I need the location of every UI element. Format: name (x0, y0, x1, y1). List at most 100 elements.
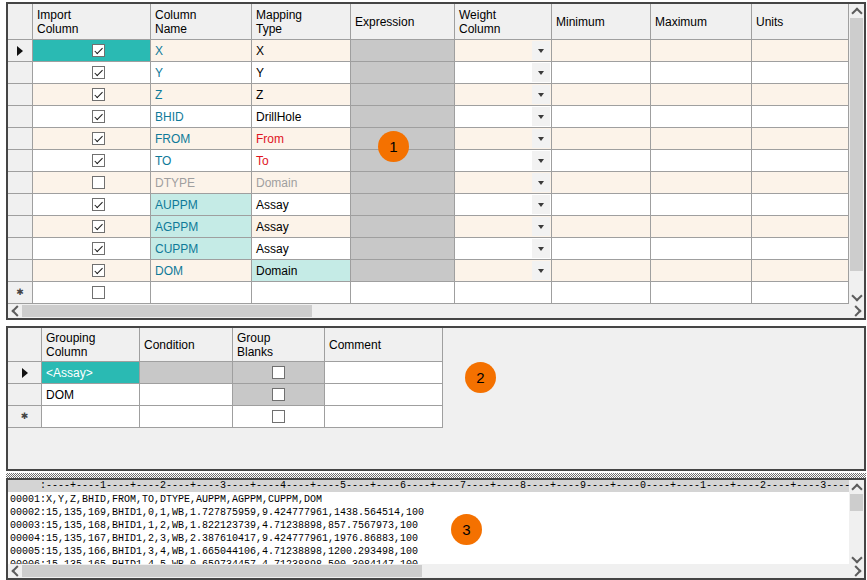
import-checkbox[interactable] (92, 264, 105, 277)
col-header-condition[interactable]: Condition (140, 328, 233, 362)
weight-column-cell[interactable] (455, 194, 552, 216)
comment-cell[interactable] (325, 406, 443, 428)
maximum-cell[interactable] (651, 172, 752, 194)
minimum-cell[interactable] (552, 194, 651, 216)
column-name-cell[interactable]: BHID (151, 106, 252, 128)
col-header-group-blanks[interactable]: Group Blanks (233, 328, 325, 362)
import-checkbox[interactable] (92, 286, 105, 299)
mapping-vscrollbar[interactable] (849, 4, 864, 304)
maximum-cell[interactable] (651, 84, 752, 106)
import-column-cell[interactable] (33, 172, 151, 194)
scroll-up-icon[interactable] (849, 4, 864, 17)
column-name-cell[interactable]: Z (151, 84, 252, 106)
dropdown-icon[interactable] (532, 107, 550, 126)
dropdown-icon[interactable] (532, 129, 550, 148)
group-blanks-checkbox[interactable] (272, 410, 285, 423)
condition-cell[interactable] (140, 362, 233, 384)
maximum-cell[interactable] (651, 216, 752, 238)
grouping-column-cell[interactable] (42, 406, 140, 428)
column-name-cell[interactable]: AUPPM (151, 194, 252, 216)
maximum-cell[interactable] (651, 106, 752, 128)
mapping-type-cell[interactable]: Domain (252, 260, 351, 282)
weight-column-cell[interactable] (455, 216, 552, 238)
import-checkbox[interactable] (92, 198, 105, 211)
mapping-type-cell[interactable]: Assay (252, 194, 351, 216)
mapping-type-cell[interactable]: DrillHole (252, 106, 351, 128)
mapping-corner-header[interactable] (8, 4, 33, 40)
group-blanks-cell[interactable] (233, 406, 325, 428)
col-header-expression[interactable]: Expression (351, 4, 455, 40)
column-name-cell[interactable]: CUPPM (151, 238, 252, 260)
row-header[interactable] (8, 260, 33, 282)
maximum-cell[interactable] (651, 194, 752, 216)
units-cell[interactable] (752, 194, 849, 216)
import-column-cell[interactable] (33, 106, 151, 128)
col-header-maximum[interactable]: Maximum (651, 4, 752, 40)
mapping-type-cell[interactable]: Y (252, 62, 351, 84)
dropdown-icon[interactable] (532, 41, 550, 60)
scroll-up-icon[interactable] (849, 480, 864, 493)
mapping-type-cell[interactable]: Z (252, 84, 351, 106)
col-header-units[interactable]: Units (752, 4, 849, 40)
row-header[interactable] (8, 172, 33, 194)
grouping-column-cell[interactable]: <Assay> (42, 362, 140, 384)
import-column-cell[interactable] (33, 40, 151, 62)
column-name-cell[interactable]: TO (151, 150, 252, 172)
minimum-cell[interactable] (552, 172, 651, 194)
col-header-comment[interactable]: Comment (325, 328, 443, 362)
units-cell[interactable] (752, 260, 849, 282)
units-cell[interactable] (752, 216, 849, 238)
scroll-right-icon[interactable] (851, 304, 864, 318)
mapping-hscrollbar[interactable] (8, 304, 864, 318)
import-column-cell[interactable] (33, 282, 151, 304)
weight-column-cell[interactable] (455, 172, 552, 194)
units-cell[interactable] (752, 238, 849, 260)
units-cell[interactable] (752, 62, 849, 84)
minimum-cell[interactable] (552, 238, 651, 260)
import-column-cell[interactable] (33, 62, 151, 84)
import-checkbox[interactable] (92, 132, 105, 145)
mapping-type-cell[interactable] (252, 282, 351, 304)
scroll-left-icon[interactable] (8, 564, 21, 578)
col-header-grouping-column[interactable]: Grouping Column (42, 328, 140, 362)
column-name-cell[interactable] (151, 282, 252, 304)
dropdown-icon[interactable] (532, 151, 550, 170)
col-header-weight-column[interactable]: Weight Column (455, 4, 552, 40)
import-checkbox[interactable] (92, 66, 105, 79)
column-name-cell[interactable]: DTYPE (151, 172, 252, 194)
import-checkbox[interactable] (92, 110, 105, 123)
weight-column-cell[interactable] (455, 150, 552, 172)
group-blanks-cell[interactable] (233, 362, 325, 384)
weight-column-cell[interactable] (455, 282, 552, 304)
minimum-cell[interactable] (552, 40, 651, 62)
units-cell[interactable] (752, 172, 849, 194)
row-header[interactable] (8, 40, 33, 62)
row-header[interactable] (8, 106, 33, 128)
minimum-cell[interactable] (552, 62, 651, 84)
maximum-cell[interactable] (651, 238, 752, 260)
preview-vscrollbar[interactable] (849, 480, 864, 566)
row-header[interactable]: ✱ (8, 406, 42, 428)
maximum-cell[interactable] (651, 260, 752, 282)
units-cell[interactable] (752, 128, 849, 150)
row-header[interactable] (8, 238, 33, 260)
import-column-cell[interactable] (33, 128, 151, 150)
column-name-cell[interactable]: X (151, 40, 252, 62)
condition-cell[interactable] (140, 406, 233, 428)
mapping-type-cell[interactable]: Assay (252, 238, 351, 260)
preview-text[interactable]: 00001:X,Y,Z,BHID,FROM,TO,DTYPE,AUPPM,AGP… (8, 492, 849, 564)
weight-column-cell[interactable] (455, 84, 552, 106)
row-header[interactable]: ✱ (8, 282, 33, 304)
col-header-column-name[interactable]: Column Name (151, 4, 252, 40)
maximum-cell[interactable] (651, 40, 752, 62)
import-checkbox[interactable] (92, 220, 105, 233)
weight-column-cell[interactable] (455, 62, 552, 84)
row-header[interactable] (8, 216, 33, 238)
dropdown-icon[interactable] (532, 261, 550, 280)
maximum-cell[interactable] (651, 128, 752, 150)
column-name-cell[interactable]: Y (151, 62, 252, 84)
import-checkbox[interactable] (92, 44, 105, 57)
maximum-cell[interactable] (651, 150, 752, 172)
weight-column-cell[interactable] (455, 128, 552, 150)
dropdown-icon[interactable] (532, 217, 550, 236)
